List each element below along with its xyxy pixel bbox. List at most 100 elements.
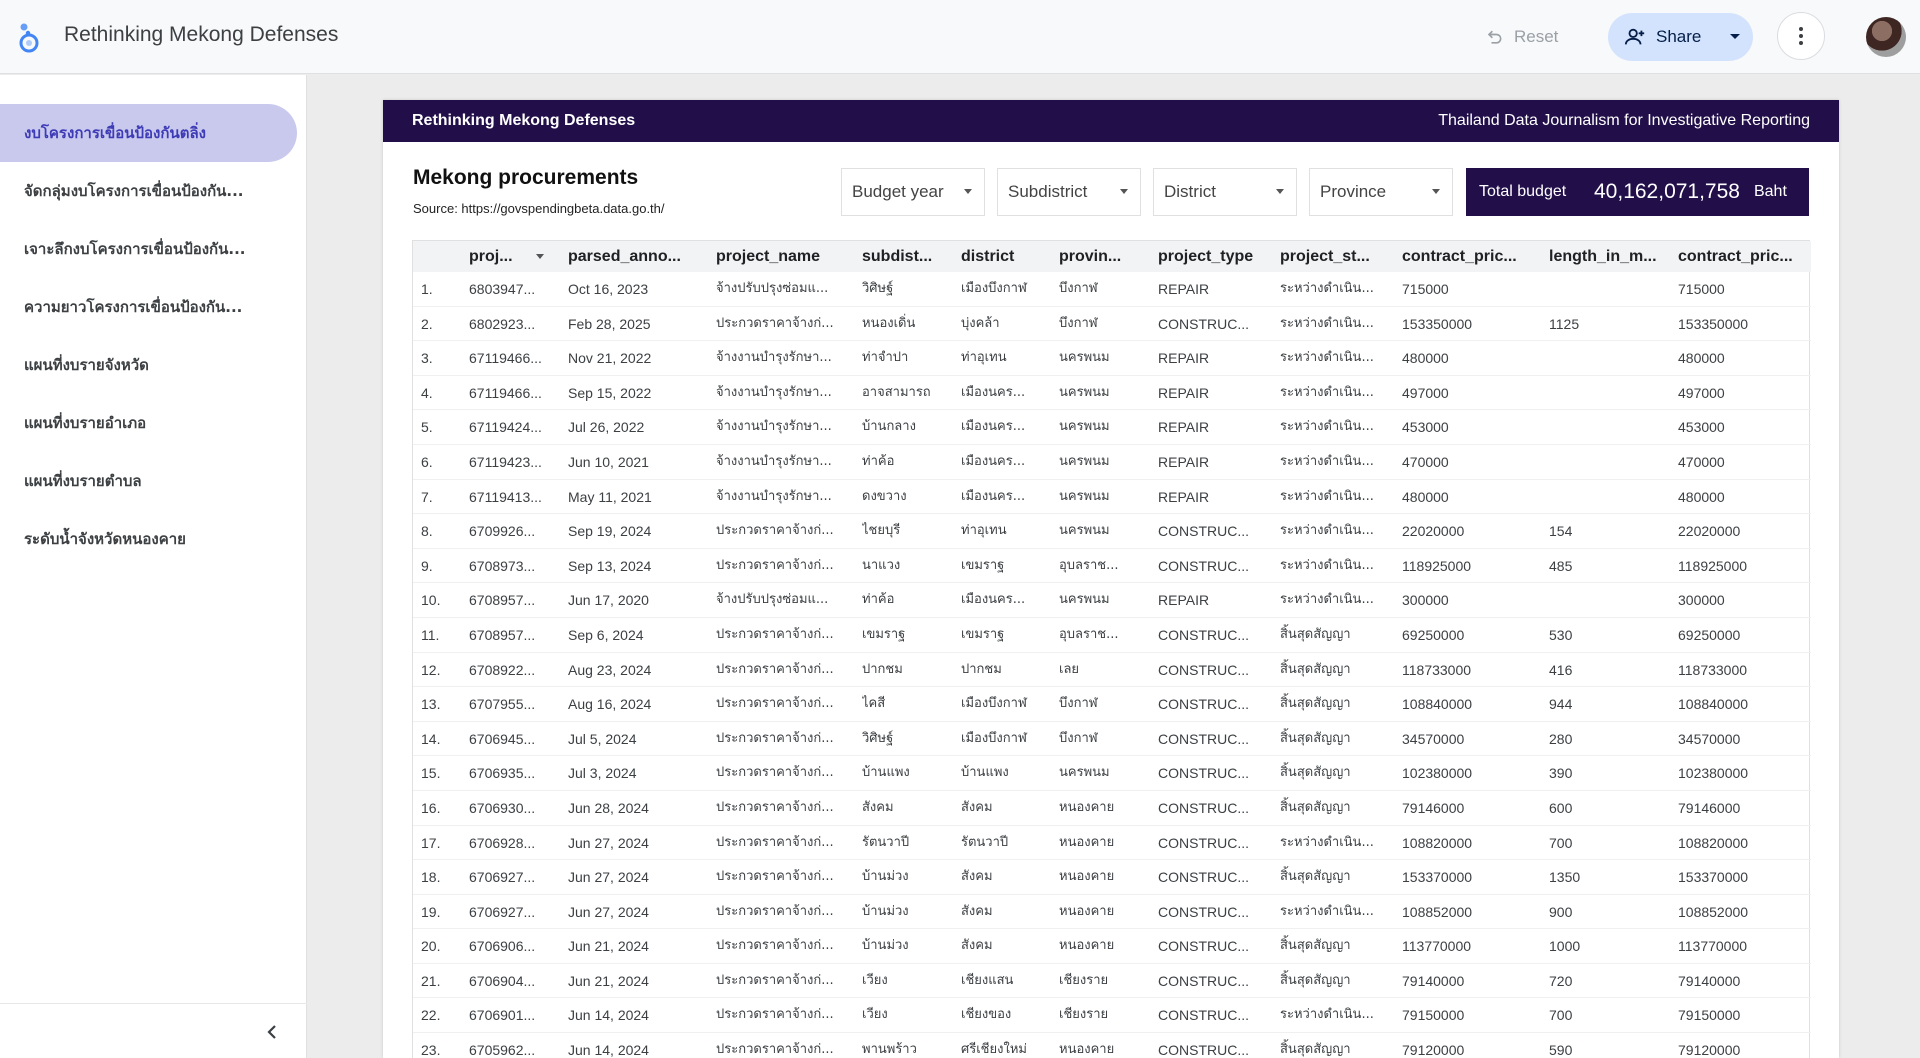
cell-district: เมืองบึงกาฬ [961, 730, 1027, 746]
cell-announce-date: Jun 27, 2024 [568, 903, 649, 920]
column-header-subdistrict[interactable]: subdist... [862, 241, 942, 272]
cell-project-status: สิ้นสุดสัญญา [1280, 661, 1351, 677]
cell-project-type: CONSTRUC... [1158, 1042, 1249, 1058]
sidebar-item-water-level[interactable]: ระดับน้ำจังหวัดหนองคาย [0, 510, 297, 568]
cell-length-in-m [1549, 410, 1667, 445]
collapse-sidebar-button[interactable] [260, 1020, 284, 1044]
sidebar-item-district-map[interactable]: แผนที่งบรายอำเภอ [0, 394, 297, 452]
cell-project-name: ประกวดราคาจ้างก่... [716, 834, 834, 850]
filter-budget-year[interactable]: Budget year [841, 168, 985, 216]
cell-project-status: ระหว่างดำเนิน... [1280, 903, 1374, 919]
cell-province: นครพนม [1059, 453, 1110, 469]
reset-button[interactable]: Reset [1480, 20, 1576, 54]
cell-contract-price: 113770000 [1402, 938, 1472, 955]
table-row[interactable]: 1. 6803947... Oct 16, 2023 จ้างปรับปรุงซ่อม… [413, 272, 1811, 307]
cell-subdistrict: บ้านม่วง [862, 903, 909, 919]
cell-length-in-m: 530 [1549, 626, 1573, 643]
cell-project-type: CONSTRUC... [1158, 903, 1249, 920]
filter-label: Subdistrict [1008, 182, 1088, 201]
cell-project-status: สิ้นสุดสัญญา [1280, 626, 1351, 642]
cell-project-type: CONSTRUC... [1158, 799, 1249, 816]
column-header-contract-price[interactable]: contract_pric... [1402, 241, 1528, 272]
sidebar-item-subdistrict-map[interactable]: แผนที่งบรายตำบล [0, 452, 297, 510]
column-header-project-status[interactable]: project_st... [1280, 241, 1380, 272]
cell-contract-price: 480000 [1402, 350, 1449, 367]
column-header-parsed-announce[interactable]: parsed_anno... [568, 241, 696, 272]
cell-project-status: ระหว่างดำเนิน... [1280, 419, 1374, 435]
table-row[interactable]: 2. 6802923... Feb 28, 2025 ประกวดราคาจ้างก่… [413, 307, 1811, 342]
cell-contract-price-2: 480000 [1678, 488, 1725, 505]
cell-project-type: REPAIR [1158, 384, 1210, 401]
cell-project-status: สิ้นสุดสัญญา [1280, 696, 1351, 712]
table-row[interactable]: 21. 6706904... Jun 21, 2024 ประกวดราคาจ้างก… [413, 964, 1811, 999]
cell-length-in-m: 600 [1549, 799, 1573, 816]
column-header-contract-price-2[interactable]: contract_pric... [1678, 241, 1804, 272]
table-row[interactable]: 19. 6706927... Jun 27, 2024 ประกวดราคาจ้างก… [413, 895, 1811, 930]
cell-subdistrict: พานพร้าว [862, 1042, 917, 1058]
cell-subdistrict: วิศิษฐ์ [862, 730, 894, 746]
cell-project-status: ระหว่างดำเนิน... [1280, 488, 1374, 504]
cell-length-in-m [1549, 376, 1667, 411]
cell-project-id: 6705962... [469, 1042, 536, 1058]
cell-project-status: สิ้นสุดสัญญา [1280, 1042, 1351, 1058]
table-row[interactable]: 5. 67119424... Jul 26, 2022 จ้างงานบำรุงรัก… [413, 410, 1811, 445]
sidebar-item-project-length[interactable]: ความยาวโครงการเขื่อนป้องกัน... [0, 278, 297, 336]
table-row[interactable]: 18. 6706927... Jun 27, 2024 ประกวดราคาจ้างก… [413, 860, 1811, 895]
cell-project-type: CONSTRUC... [1158, 765, 1249, 782]
table-row[interactable]: 14. 6706945... Jul 5, 2024 ประกวดราคาจ้างก่… [413, 722, 1811, 757]
table-row[interactable]: 15. 6706935... Jul 3, 2024 ประกวดราคาจ้างก่… [413, 756, 1811, 791]
share-button[interactable]: Share [1608, 13, 1716, 61]
cell-contract-price-2: 79120000 [1678, 1042, 1741, 1058]
table-row[interactable]: 23. 6705962... Jun 14, 2024 ประกวดราคาจ้างก… [413, 1033, 1811, 1058]
sidebar-item-budget-deep-dive[interactable]: เจาะลึกงบโครงการเขื่อนป้องกัน... [0, 220, 297, 278]
table-row[interactable]: 3. 67119466... Nov 21, 2022 จ้างงานบำรุงรัก… [413, 341, 1811, 376]
cell-contract-price-2: 79140000 [1678, 972, 1741, 989]
column-header-project-type[interactable]: project_type [1158, 241, 1260, 272]
table-row[interactable]: 16. 6706930... Jun 28, 2024 ประกวดราคาจ้างก… [413, 791, 1811, 826]
cell-row-number: 3. [421, 350, 433, 367]
column-header-district[interactable]: district [961, 241, 1041, 272]
cell-project-name: ประกวดราคาจ้างก่... [716, 557, 834, 573]
cell-district: เมืองนคร... [961, 488, 1026, 504]
filter-district[interactable]: District [1153, 168, 1297, 216]
column-header-length-in-m[interactable]: length_in_m... [1549, 241, 1667, 272]
cell-province: หนองคาย [1059, 799, 1115, 815]
cell-row-number: 22. [421, 1007, 441, 1024]
table-row[interactable]: 8. 6709926... Sep 19, 2024 ประกวดราคาจ้างก่… [413, 514, 1811, 549]
cell-subdistrict: เวียง [862, 1007, 888, 1023]
share-dropdown-button[interactable] [1716, 13, 1753, 61]
column-header-province[interactable]: provin... [1059, 241, 1131, 272]
column-header-project-name[interactable]: project_name [716, 241, 828, 272]
sidebar-item-province-map[interactable]: แผนที่งบรายจังหวัด [0, 336, 297, 394]
table-row[interactable]: 17. 6706928... Jun 27, 2024 ประกวดราคาจ้างก… [413, 826, 1811, 861]
cell-announce-date: Aug 16, 2024 [568, 696, 652, 713]
cell-contract-price: 108820000 [1402, 834, 1473, 851]
sort-descending-icon[interactable] [536, 254, 544, 259]
table-row[interactable]: 22. 6706901... Jun 14, 2024 ประกวดราคาจ้างก… [413, 998, 1811, 1034]
cell-project-id: 6708922... [469, 661, 536, 678]
cell-district: เขมราฐ [961, 626, 1005, 642]
user-avatar[interactable] [1866, 17, 1906, 57]
sidebar-item-budget-overview[interactable]: งบโครงการเขื่อนป้องกันตลิ่ง [0, 104, 297, 162]
app-title: Rethinking Mekong Defenses [64, 23, 339, 46]
cell-project-type: REPAIR [1158, 281, 1210, 297]
table-row[interactable]: 20. 6706906... Jun 21, 2024 ประกวดราคาจ้างก… [413, 929, 1811, 964]
cell-project-type: REPAIR [1158, 453, 1210, 470]
more-options-button[interactable] [1777, 12, 1825, 60]
table-row[interactable]: 9. 6708973... Sep 13, 2024 ประกวดราคาจ้างก่… [413, 549, 1811, 584]
table-row[interactable]: 10. 6708957... Jun 17, 2020 จ้างปรับปรุงซ่อ… [413, 583, 1811, 618]
cell-contract-price-2: 480000 [1678, 350, 1725, 367]
table-row[interactable]: 7. 67119413... May 11, 2021 จ้างงานบำรุงรัก… [413, 480, 1811, 515]
table-row[interactable]: 12. 6708922... Aug 23, 2024 ประกวดราคาจ้างก… [413, 653, 1811, 688]
table-row[interactable]: 11. 6708957... Sep 6, 2024 ประกวดราคาจ้างก่… [413, 618, 1811, 653]
column-header-project-id[interactable]: proj... [469, 241, 533, 272]
filter-subdistrict[interactable]: Subdistrict [997, 168, 1141, 216]
cell-length-in-m: 280 [1549, 730, 1573, 747]
table-row[interactable]: 13. 6707955... Aug 16, 2024 ประกวดราคาจ้างก… [413, 687, 1811, 722]
sidebar-item-budget-groups[interactable]: จัดกลุ่มงบโครงการเขื่อนป้องกัน... [0, 162, 297, 220]
table-row[interactable]: 6. 67119423... Jun 10, 2021 จ้างงานบำรุงรัก… [413, 445, 1811, 480]
looker-studio-logo-icon[interactable] [16, 20, 42, 54]
reset-label: Reset [1514, 27, 1559, 46]
filter-province[interactable]: Province [1309, 168, 1453, 216]
table-row[interactable]: 4. 67119466... Sep 15, 2022 จ้างงานบำรุงรัก… [413, 376, 1811, 411]
